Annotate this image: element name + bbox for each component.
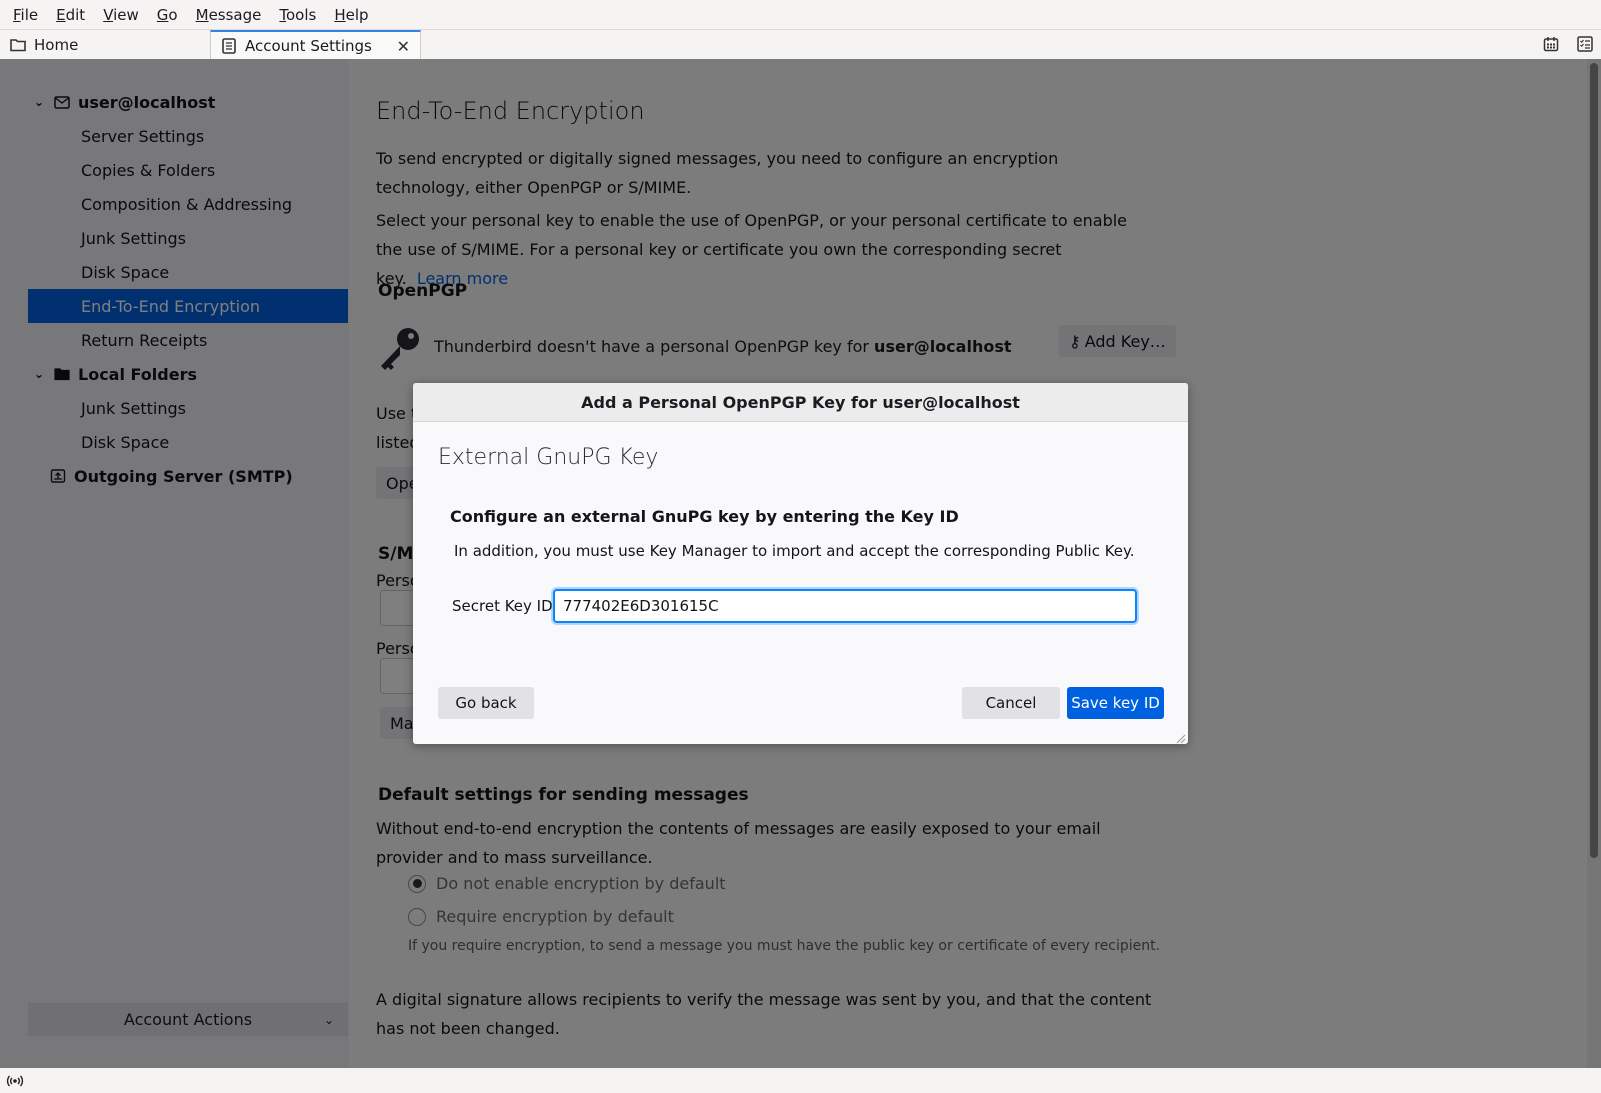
tab-bar: Home Account Settings ✕ — [0, 29, 1601, 60]
save-key-id-button[interactable]: Save key ID — [1067, 687, 1164, 719]
menu-file[interactable]: File — [4, 6, 47, 24]
status-bar — [0, 1068, 1601, 1093]
dialog-subheading: Configure an external GnuPG key by enter… — [450, 507, 959, 526]
calendar-icon[interactable] — [1541, 34, 1561, 54]
tasks-icon[interactable] — [1575, 34, 1595, 54]
tab-home[interactable]: Home — [0, 30, 210, 60]
tab-account-settings[interactable]: Account Settings ✕ — [210, 30, 421, 60]
online-status-icon[interactable] — [6, 1074, 24, 1088]
menu-edit[interactable]: Edit — [47, 6, 94, 24]
folder-icon — [10, 37, 26, 53]
resize-grip-icon[interactable] — [1174, 730, 1186, 744]
tab-account-settings-label: Account Settings — [245, 37, 372, 55]
menu-message[interactable]: Message — [187, 6, 271, 24]
add-openpgp-key-dialog: Add a Personal OpenPGP Key for user@loca… — [413, 383, 1188, 744]
close-tab-icon[interactable]: ✕ — [397, 37, 410, 56]
menu-tools[interactable]: Tools — [270, 6, 325, 24]
dialog-description: In addition, you must use Key Manager to… — [454, 542, 1135, 560]
dialog-heading: External GnuPG Key — [438, 445, 659, 470]
tab-home-label: Home — [34, 36, 79, 54]
menu-go[interactable]: Go — [148, 6, 187, 24]
document-icon — [221, 38, 237, 54]
dialog-title: Add a Personal OpenPGP Key for user@loca… — [413, 383, 1188, 422]
go-back-button[interactable]: Go back — [438, 687, 534, 719]
cancel-button[interactable]: Cancel — [962, 687, 1060, 719]
menu-help[interactable]: Help — [325, 6, 377, 24]
secret-key-id-input[interactable] — [553, 589, 1137, 623]
menu-view[interactable]: View — [94, 6, 148, 24]
secret-key-id-label: Secret Key ID: — [452, 597, 558, 615]
menu-bar: File Edit View Go Message Tools Help — [0, 0, 1601, 29]
